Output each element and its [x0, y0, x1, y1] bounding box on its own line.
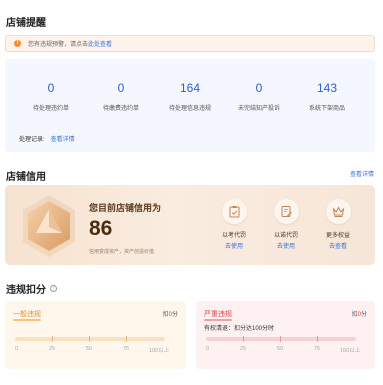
- stats-panel: 0 待处理违约单 0 待缴费违约单 164 待处理信息违规 0 未完结知产投诉 …: [5, 59, 375, 152]
- scale-label: 50: [86, 346, 93, 352]
- tag-underline: [204, 319, 232, 321]
- scale-label: 100以上: [149, 348, 170, 354]
- handling-record: 处理记录: 查看详情: [19, 134, 75, 143]
- action-exam-instead-penalty[interactable]: 以考代罚 去使用: [210, 199, 258, 250]
- serious-violation-panel: 严重违规 扣0分 有权清退：扣分达100分时 0 25 50 75 100以上: [196, 301, 375, 369]
- warning-message: 您有违规预警，请点击: [28, 42, 89, 48]
- scale-label: 75: [123, 346, 130, 352]
- stat-unpaid-breach[interactable]: 0 待缴费违约单: [85, 81, 157, 112]
- action-link[interactable]: 去查看: [314, 241, 362, 250]
- stat-label: 未完结知产投诉: [237, 106, 280, 112]
- general-violation-tag: 一般违规: [13, 309, 41, 321]
- crown-icon: [332, 206, 344, 217]
- tag-underline: [13, 319, 41, 321]
- general-progress-bar: [15, 337, 165, 341]
- serious-violation-tag-text: 严重违规: [204, 311, 232, 318]
- action-more-rights[interactable]: 更多权益 去查看: [314, 199, 362, 250]
- action-icon-circle: [273, 199, 299, 224]
- action-promise-instead-penalty[interactable]: 以诺代罚 去使用: [262, 199, 310, 250]
- stat-label: 系统下架商品: [308, 106, 345, 112]
- general-violation-panel: 一般违规 扣0分 0 25 50 75 100以上: [5, 301, 186, 369]
- serious-violation-score: 扣0分: [352, 309, 367, 318]
- credit-card: 您目前店铺信用为 86 信用变成资产，资产创造价值 以考代罚 去使用 以诺代罚 …: [5, 185, 375, 265]
- scale-tick: [243, 336, 244, 342]
- scale-label: 100以上: [340, 348, 361, 354]
- scale-tick: [317, 336, 318, 342]
- scale-label: 75: [314, 346, 321, 352]
- deduction-title-text: 违规扣分: [6, 285, 46, 296]
- serious-violation-tag: 严重违规: [204, 309, 232, 321]
- credit-score: 86: [89, 217, 113, 240]
- action-icon-circle: [325, 199, 351, 224]
- scale-label: 0: [206, 346, 210, 352]
- record-view-link[interactable]: 查看详情: [51, 137, 75, 143]
- stat-label: 待缴费违约单: [102, 106, 139, 112]
- scale-label: 25: [49, 346, 56, 352]
- record-label: 处理记录:: [19, 137, 45, 143]
- warning-icon: !: [14, 40, 21, 47]
- scale-label: 0: [15, 346, 19, 352]
- stat-value: 143: [316, 81, 338, 95]
- document-edit-icon: [281, 206, 292, 217]
- scale-tick: [126, 336, 127, 342]
- action-link[interactable]: 去使用: [210, 241, 258, 250]
- scale-tick: [52, 336, 53, 342]
- violation-warning-banner: ! 您有违规预警，请点击此处查看: [5, 35, 375, 52]
- action-label: 更多权益: [325, 233, 350, 239]
- scale-label: 50: [277, 346, 284, 352]
- warning-view-link[interactable]: 此处查看: [88, 42, 112, 48]
- stat-value: 0: [117, 81, 125, 95]
- stat-value: 0: [47, 81, 55, 95]
- stat-label: 待处理信息违规: [168, 106, 211, 112]
- action-label: 以诺代罚: [273, 233, 298, 239]
- stat-info-violation[interactable]: 164 待处理信息违规: [154, 81, 226, 112]
- clearance-rule-text: 有权清退：扣分达100分时: [204, 326, 275, 332]
- general-violation-tag-text: 一般违规: [13, 311, 41, 318]
- scale-tick: [89, 336, 90, 342]
- action-link[interactable]: 去使用: [262, 241, 310, 250]
- stat-pending-breach[interactable]: 0 待处理违约单: [15, 81, 87, 112]
- credit-caption: 您目前店铺信用为: [89, 203, 162, 213]
- warning-text: 您有违规预警，请点击此处查看: [28, 39, 112, 48]
- section-title-shop-credit: 店铺信用: [6, 172, 46, 183]
- credit-shield-icon: [23, 195, 75, 257]
- general-violation-score: 扣0分: [163, 309, 178, 318]
- stat-delisted-products[interactable]: 143 系统下架商品: [291, 81, 363, 112]
- serious-progress-bar: [206, 337, 356, 341]
- clipboard-check-icon: [229, 206, 239, 218]
- score-suffix: 分: [360, 312, 367, 318]
- action-icon-circle: [221, 199, 247, 224]
- stat-label: 待处理违约单: [32, 106, 69, 112]
- stat-value: 0: [255, 81, 263, 95]
- stat-value: 164: [179, 81, 201, 95]
- action-label: 以考代罚: [221, 233, 246, 239]
- credit-description: 信用变成资产，资产创造价值: [89, 249, 155, 255]
- scale-label: 25: [240, 346, 247, 352]
- scale-tick: [280, 336, 281, 342]
- help-icon[interactable]: ?: [50, 285, 57, 292]
- score-suffix: 分: [171, 312, 178, 318]
- section-title-violation-deduction: 违规扣分 ?: [6, 281, 57, 296]
- stat-ip-complaint[interactable]: 0 未完结知产投诉: [223, 81, 295, 112]
- section-title-shop-alert: 店铺提醒: [6, 18, 46, 29]
- credit-view-detail-link[interactable]: 查看详情: [350, 169, 374, 178]
